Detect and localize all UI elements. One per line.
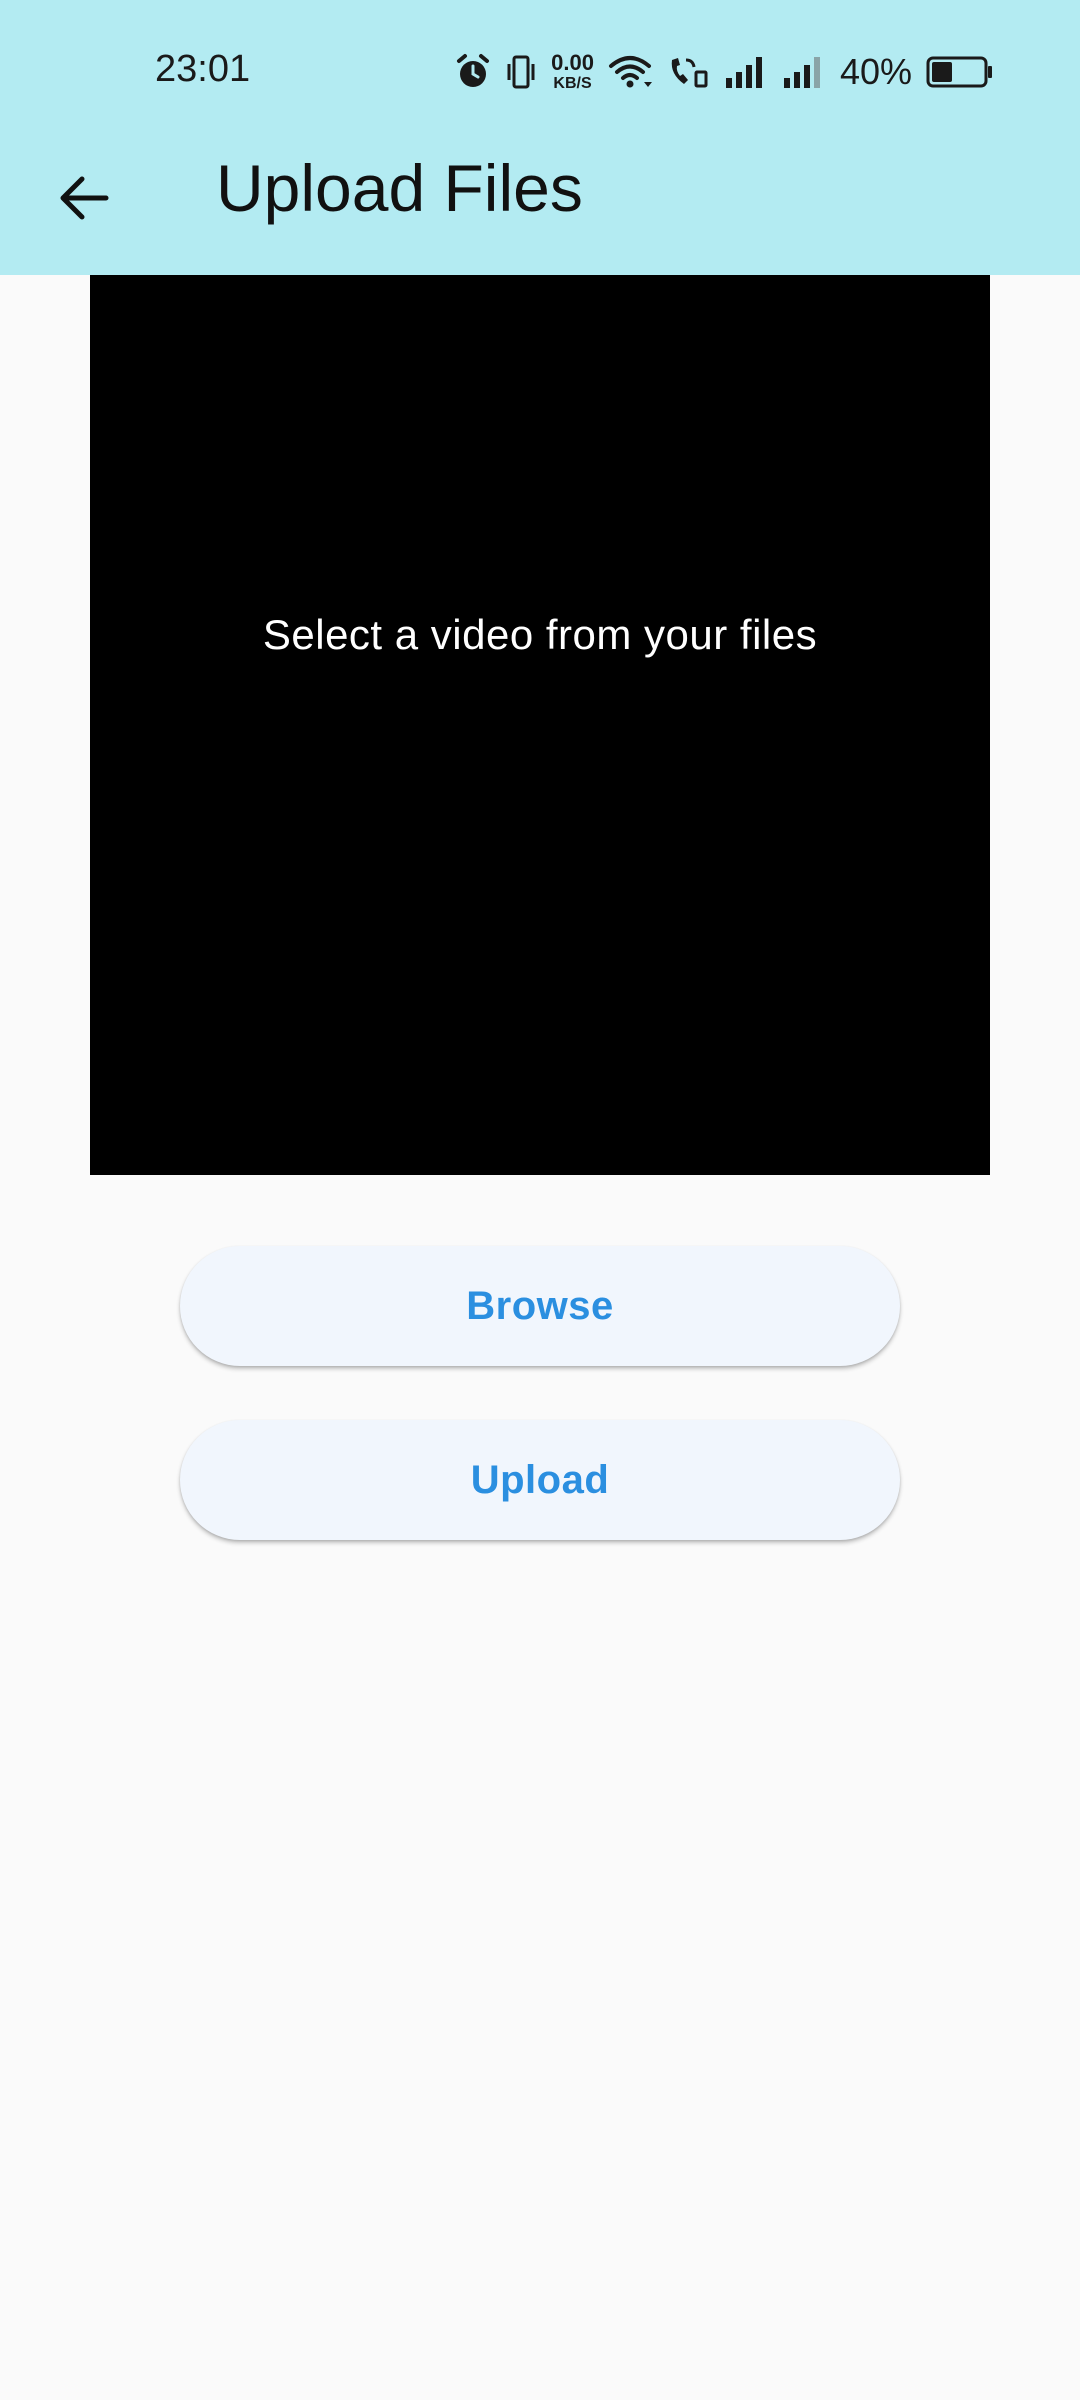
wifi-icon [608, 54, 652, 90]
wifi-calling-icon [666, 54, 710, 90]
battery-icon [926, 55, 994, 89]
signal-icon [724, 54, 768, 90]
arrow-left-icon [60, 176, 109, 220]
header-background: 23:01 0.00 KB/S 40% Upload Files [0, 0, 1080, 275]
app-bar: Upload Files [0, 140, 1080, 275]
status-time: 23:01 [155, 48, 251, 90]
upload-files-screen: 23:01 0.00 KB/S 40% Upload Files Select … [0, 0, 1080, 2400]
network-speed-value: 0.00 [551, 50, 594, 75]
network-speed-unit: KB/S [553, 75, 592, 92]
network-speed: 0.00 KB/S [551, 52, 594, 92]
upload-button[interactable]: Upload [180, 1420, 900, 1540]
vibrate-icon [505, 54, 537, 90]
video-hint-text: Select a video from your files [262, 611, 818, 658]
battery-percent: 40% [839, 51, 912, 92]
page-title: Upload Files [216, 151, 583, 225]
browse-button[interactable]: Browse [180, 1246, 900, 1366]
back-button[interactable] [48, 162, 120, 234]
video-preview[interactable]: Select a video from your files [90, 275, 990, 1175]
alarm-icon [455, 53, 491, 91]
status-icons: 0.00 KB/S 40% [455, 48, 994, 96]
status-bar: 23:01 0.00 KB/S 40% [0, 0, 1080, 140]
signal-icon [782, 54, 826, 90]
